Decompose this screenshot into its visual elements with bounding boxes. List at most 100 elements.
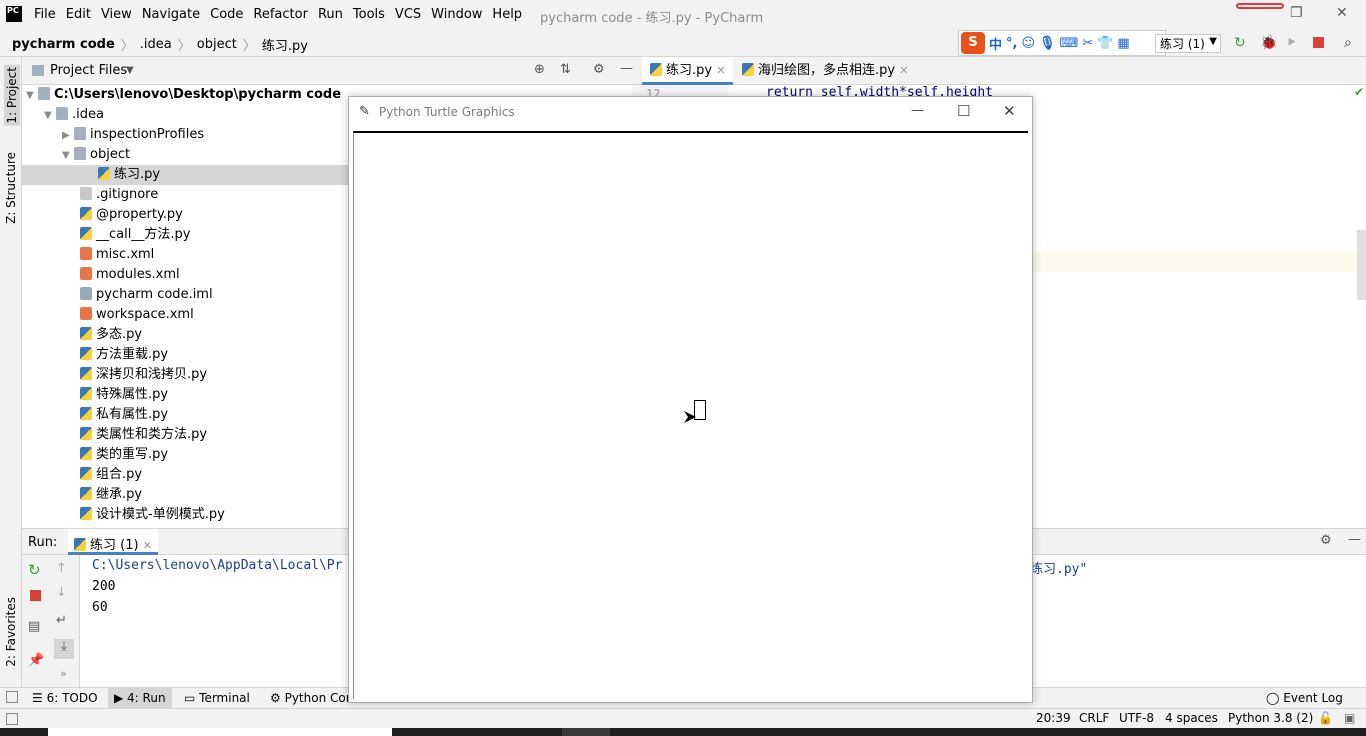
project-tool-tab[interactable]: 1: Project (4, 65, 20, 126)
lock-icon[interactable]: 🔓 (1318, 711, 1333, 725)
indent-setting[interactable]: 4 spaces (1165, 711, 1218, 725)
close-icon[interactable]: ✕ (1003, 102, 1016, 120)
minimize-icon[interactable]: — (911, 103, 924, 118)
down-arrow-icon[interactable]: ↓ (56, 585, 67, 600)
rerun-icon[interactable]: ↻ (28, 561, 41, 579)
scroll-to-end-icon[interactable]: ⤓ (54, 639, 74, 659)
tree-item[interactable]: 组合.py (80, 465, 142, 485)
file-encoding[interactable]: UTF-8 (1119, 711, 1154, 725)
gear-icon[interactable]: ⚙ (1320, 533, 1332, 548)
menu-refactor[interactable]: Refactor (253, 7, 308, 22)
collapse-icon[interactable]: ⇅ (560, 62, 571, 77)
tree-item[interactable]: 类属性和类方法.py (80, 425, 207, 445)
tab-lianxi[interactable]: 练习.py ✕ (642, 57, 734, 85)
skin-icon[interactable]: 👕 (1097, 36, 1113, 51)
hide-icon[interactable]: — (1348, 532, 1361, 547)
tree-item[interactable]: 方法重载.py (80, 345, 168, 365)
tree-item[interactable]: @property.py (80, 205, 183, 225)
close-tab-icon[interactable]: ✕ (899, 64, 908, 77)
tree-item[interactable]: 多态.py (80, 325, 142, 345)
taskbar-search[interactable] (48, 728, 392, 736)
status-toggle-icon[interactable] (6, 713, 18, 725)
rerun-icon[interactable]: ↻ (1234, 35, 1246, 51)
python-interpreter[interactable]: Python 3.8 (2) (1228, 711, 1313, 725)
soft-wrap-icon[interactable]: ↵ (56, 613, 67, 628)
structure-tool-tab[interactable]: Z: Structure (4, 152, 18, 224)
close-icon[interactable]: ✕ (1336, 5, 1348, 21)
tab-terminal[interactable]: ▭ Terminal (178, 688, 256, 708)
tree-item[interactable]: ▼ C:\Users\lenovo\Desktop\pycharm code (26, 85, 341, 105)
tree-item[interactable]: pycharm code.iml (80, 285, 213, 305)
menu-view[interactable]: View (101, 7, 132, 22)
chevron-down-icon[interactable]: ▼ (62, 146, 74, 166)
up-arrow-icon[interactable]: ↑ (56, 561, 67, 576)
tree-item[interactable]: modules.xml (80, 265, 180, 285)
menu-edit[interactable]: Edit (66, 7, 91, 22)
tree-item[interactable]: ▼ object (62, 145, 130, 165)
breadcrumb-idea[interactable]: .idea (140, 37, 172, 52)
tab-python-console[interactable]: ⚙ Python Con (264, 688, 359, 708)
maximize-icon[interactable]: ☐ (957, 102, 970, 120)
locate-icon[interactable]: ⊕ (534, 62, 545, 77)
taskbar-app[interactable] (562, 728, 610, 736)
tab-run[interactable]: ▶ 4: Run (108, 688, 172, 708)
tab-todo[interactable]: ☰ 6: TODO (26, 688, 104, 708)
tree-item[interactable]: ▶ inspectionProfiles (62, 125, 204, 145)
close-tab-icon[interactable]: ✕ (716, 64, 725, 77)
tab-turtle-drawing[interactable]: 海归绘图，多点相连.py ✕ (734, 57, 916, 85)
stop-icon[interactable] (30, 590, 41, 601)
tree-item[interactable]: __call__方法.py (80, 225, 190, 245)
chevron-right-icon[interactable]: ▶ (62, 126, 74, 146)
coverage-icon[interactable]: ⯈ (1286, 35, 1297, 51)
ime-mode[interactable]: 中 (989, 34, 1002, 53)
sogou-logo-icon[interactable]: S (961, 32, 985, 54)
menu-file[interactable]: File (34, 7, 56, 22)
hide-icon[interactable]: — (620, 61, 633, 76)
project-view-selector[interactable]: Project Files (50, 63, 127, 78)
tool-window-toggle-icon[interactable] (6, 691, 18, 703)
minimize-icon[interactable] (1236, 3, 1284, 9)
menu-help[interactable]: Help (492, 7, 522, 22)
microphone-icon[interactable]: 🎙 (1039, 36, 1056, 51)
caret-position[interactable]: 20:39 (1036, 711, 1071, 725)
menu-code[interactable]: Code (210, 7, 243, 22)
stop-icon[interactable] (1313, 37, 1324, 48)
pin-icon[interactable]: 📌 (28, 653, 44, 668)
run-tab[interactable]: 练习 (1) ✕ (68, 529, 158, 555)
close-tab-icon[interactable]: ✕ (143, 539, 152, 552)
tree-item[interactable]: workspace.xml (80, 305, 194, 325)
breadcrumb-project[interactable]: pycharm code (12, 37, 115, 52)
debug-icon[interactable]: 🐞 (1260, 35, 1277, 51)
menu-tools[interactable]: Tools (353, 7, 385, 22)
restore-icon[interactable]: ❐ (1290, 5, 1303, 21)
gear-icon[interactable]: ⚙ (593, 62, 605, 77)
tree-item[interactable]: ▼ .idea (44, 105, 104, 125)
layout-icon[interactable]: ▤ (28, 619, 40, 634)
ime-punct[interactable]: °, (1006, 36, 1017, 51)
menu-window[interactable]: Window (431, 7, 482, 22)
tree-item-selected[interactable]: 练习.py (22, 165, 348, 185)
chevron-down-icon[interactable]: ▼ (126, 65, 134, 76)
run-configuration-select[interactable]: 练习 (1) ▼ (1155, 34, 1221, 53)
emoji-icon[interactable]: ☺ (1021, 36, 1035, 51)
chevron-down-icon[interactable]: ▼ (44, 106, 56, 126)
menu-vcs[interactable]: VCS (395, 7, 421, 22)
more-icon[interactable]: » (60, 667, 67, 680)
search-icon[interactable]: ⌕ (1344, 35, 1352, 51)
grid-icon[interactable]: ▦ (1117, 36, 1129, 51)
editor-scrollbar[interactable] (1357, 230, 1366, 300)
tree-item[interactable]: 继承.py (80, 485, 142, 505)
ime-toolbar[interactable]: S 中 °, ☺ 🎙 ⌨ ✂ 👕 ▦ (958, 30, 1166, 56)
toolbox-icon[interactable]: ✂ (1082, 36, 1093, 51)
tree-item[interactable]: 设计模式-单例模式.py (80, 505, 225, 525)
line-separator[interactable]: CRLF (1079, 711, 1109, 725)
tree-item[interactable]: 特殊属性.py (80, 385, 168, 405)
turtle-canvas[interactable] (353, 131, 1028, 699)
tree-item[interactable]: 类的重写.py (80, 445, 168, 465)
menu-run[interactable]: Run (318, 7, 343, 22)
turtle-title-bar[interactable]: ✎ Python Turtle Graphics — ☐ ✕ (349, 97, 1032, 129)
breadcrumb-object[interactable]: object (197, 37, 237, 52)
tree-item[interactable]: 私有属性.py (80, 405, 168, 425)
tree-item[interactable]: 深拷贝和浅拷贝.py (80, 365, 207, 385)
tree-item[interactable]: .gitignore (80, 185, 158, 205)
